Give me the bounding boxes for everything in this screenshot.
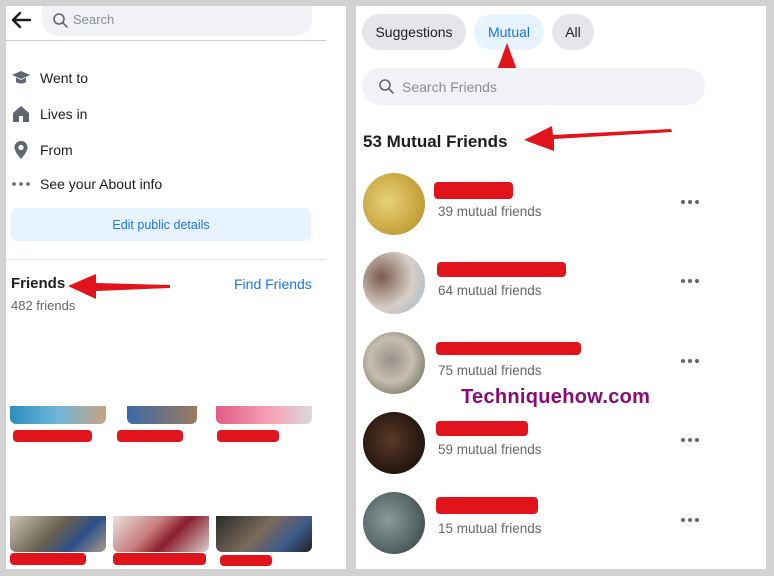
more-options-icon[interactable] — [681, 435, 703, 445]
redacted-friend-name — [436, 497, 538, 514]
friend-photo[interactable] — [10, 406, 106, 424]
profile-panel: Search Went to Lives in From See your Ab… — [6, 6, 346, 569]
about-item-label: From — [40, 142, 73, 158]
home-icon — [10, 104, 32, 124]
mutual-friends-heading: 53 Mutual Friends — [363, 132, 508, 151]
mutual-friends-count: 15 mutual friends — [438, 521, 542, 536]
about-item-lives-in[interactable]: Lives in — [10, 103, 87, 125]
mutual-friends-panel: Suggestions Mutual All Search Friends 53… — [356, 6, 766, 569]
search-friends-input[interactable]: Search Friends — [362, 68, 705, 105]
friend-avatar[interactable] — [363, 492, 425, 554]
graduation-cap-icon — [10, 68, 32, 88]
header-divider — [6, 40, 326, 41]
redacted-friend-name — [117, 430, 183, 442]
section-divider — [6, 259, 326, 260]
friend-avatar[interactable] — [363, 412, 425, 474]
about-item-from[interactable]: From — [10, 139, 73, 161]
back-arrow-icon[interactable] — [10, 9, 32, 31]
friend-photo[interactable] — [10, 516, 106, 552]
mutual-friends-count: 75 mutual friends — [438, 363, 542, 378]
friend-photo[interactable] — [127, 406, 197, 424]
friends-section-title: Friends — [11, 275, 66, 292]
search-icon — [52, 12, 69, 29]
mutual-friends-count: 39 mutual friends — [438, 204, 542, 219]
redacted-friend-name — [13, 430, 92, 442]
friend-photo[interactable] — [216, 516, 312, 552]
tab-suggestions[interactable]: Suggestions — [362, 14, 466, 50]
more-options-icon[interactable] — [681, 356, 703, 366]
about-item-see-about[interactable]: See your About info — [10, 173, 162, 195]
about-item-label: Went to — [40, 70, 88, 86]
search-input[interactable]: Search — [42, 6, 312, 36]
about-item-label: See your About info — [40, 176, 163, 192]
redacted-friend-name — [436, 342, 581, 355]
mutual-friends-count: 59 mutual friends — [438, 442, 542, 457]
search-placeholder: Search — [73, 12, 115, 27]
about-item-label: Lives in — [40, 106, 88, 122]
redacted-friend-name — [436, 421, 528, 436]
find-friends-link[interactable]: Find Friends — [234, 276, 312, 292]
more-horizontal-icon — [10, 174, 32, 194]
redacted-friend-name — [220, 555, 272, 566]
redacted-friend-name — [10, 553, 86, 565]
tab-all[interactable]: All — [552, 14, 594, 50]
edit-public-details-button[interactable]: Edit public details — [11, 208, 311, 241]
redacted-friend-name — [437, 262, 566, 277]
red-arrow-annotation — [524, 126, 672, 151]
more-options-icon[interactable] — [681, 197, 703, 207]
more-options-icon[interactable] — [681, 515, 703, 525]
mutual-friends-count: 64 mutual friends — [438, 283, 542, 298]
redacted-friend-name — [113, 553, 206, 565]
friend-photo[interactable] — [113, 516, 209, 552]
friend-avatar[interactable] — [363, 173, 425, 235]
red-arrow-annotation — [68, 274, 170, 299]
about-item-went-to[interactable]: Went to — [10, 67, 88, 89]
more-options-icon[interactable] — [681, 276, 703, 286]
friend-photo[interactable] — [216, 406, 312, 424]
location-pin-icon — [10, 140, 32, 160]
watermark-text: Techniquehow.com — [461, 386, 651, 408]
redacted-friend-name — [434, 182, 513, 199]
redacted-friend-name — [217, 430, 279, 442]
search-placeholder: Search Friends — [402, 79, 497, 95]
friend-avatar[interactable] — [363, 332, 425, 394]
friend-avatar[interactable] — [363, 252, 425, 314]
search-icon — [378, 78, 395, 95]
